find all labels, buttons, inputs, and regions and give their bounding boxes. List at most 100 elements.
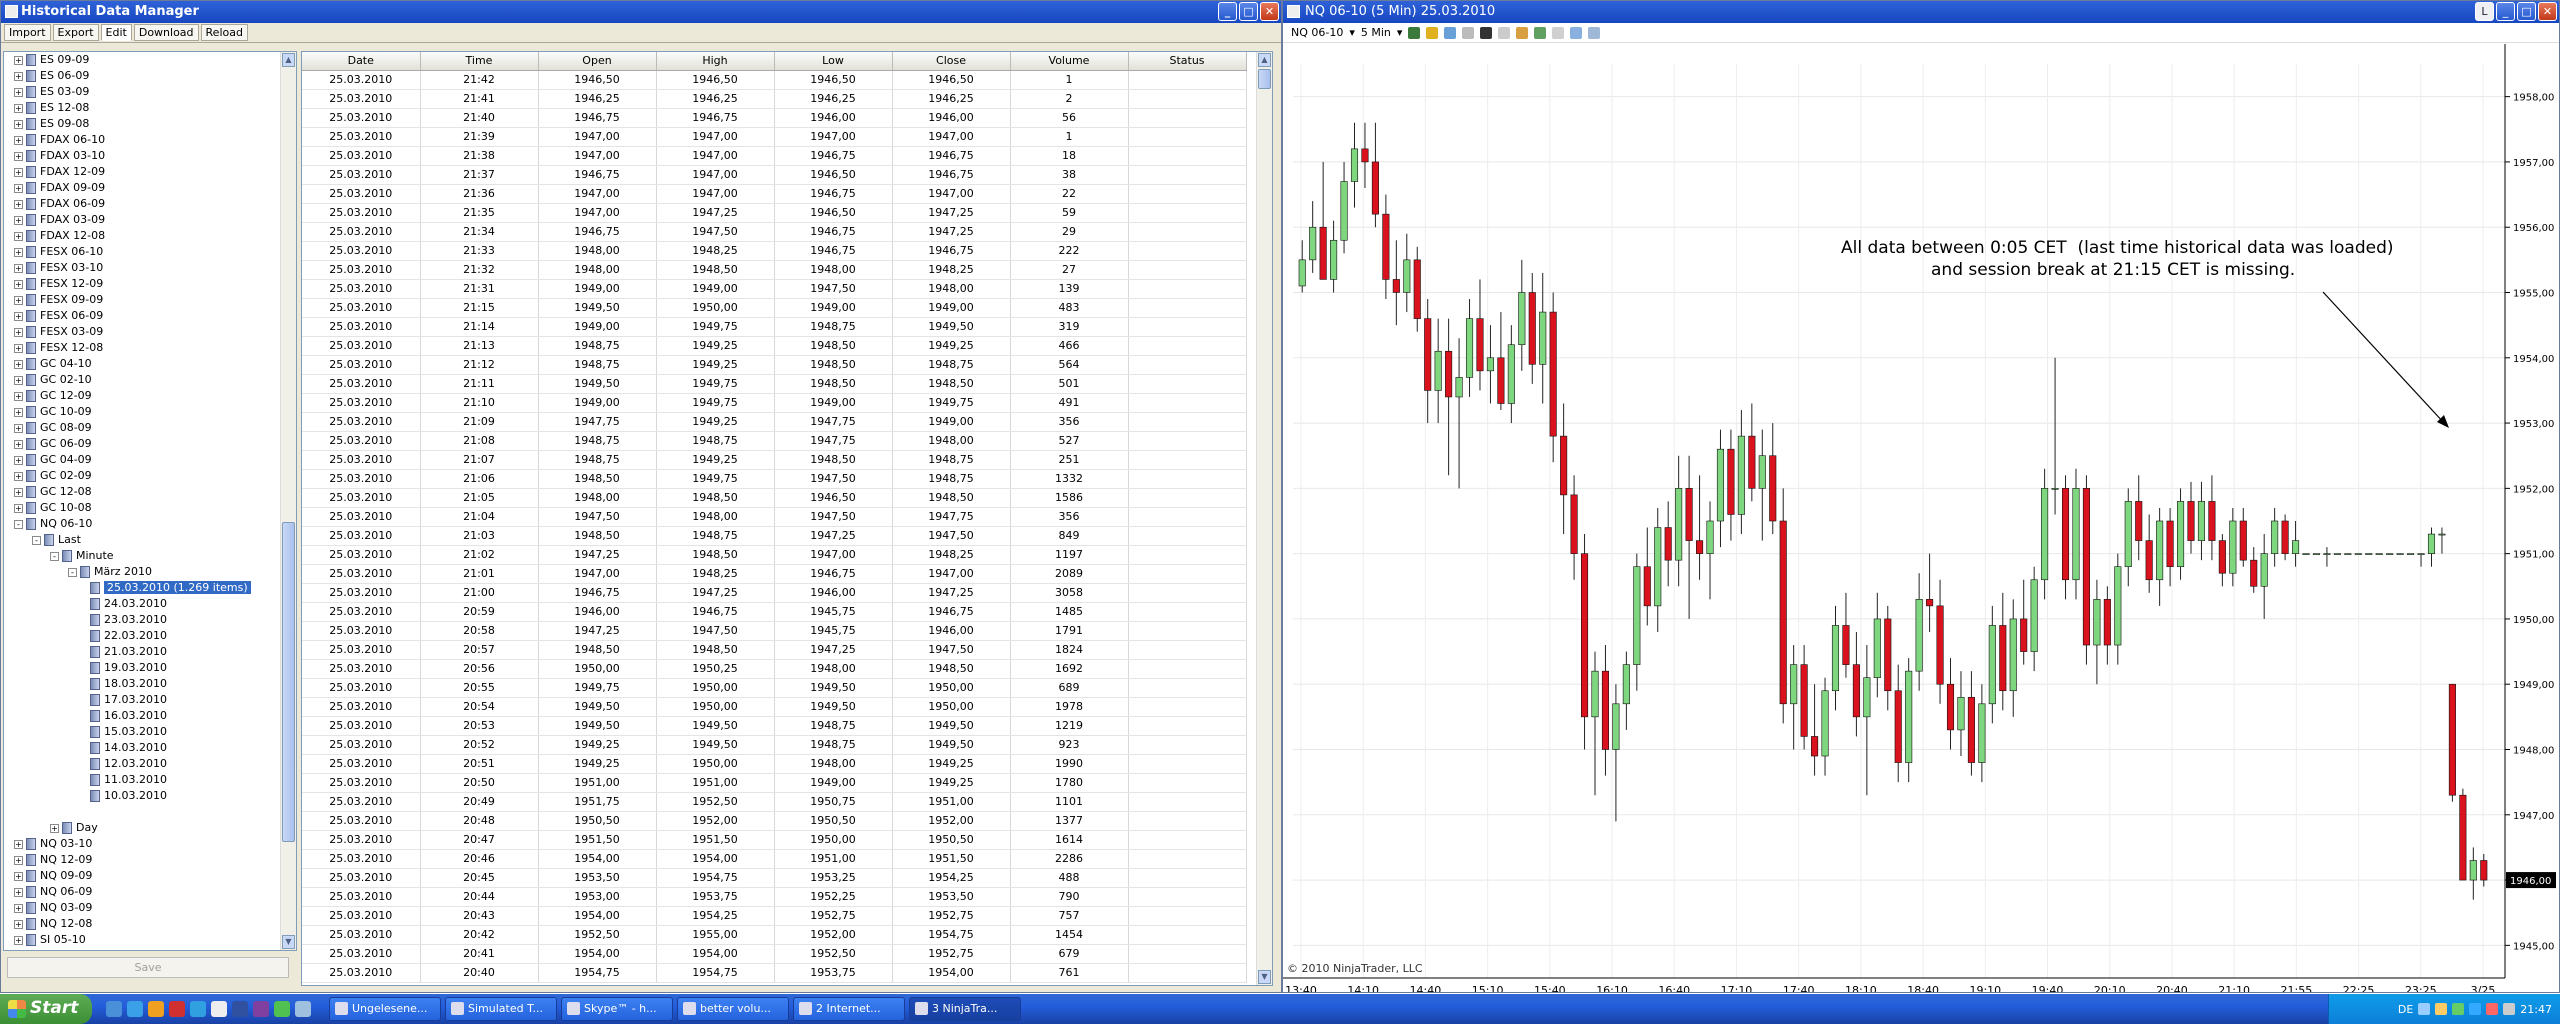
table-cell[interactable]: 1947,00 [774,545,893,565]
table-cell[interactable]: 38 [1010,165,1129,185]
table-cell[interactable]: 1947,50 [656,222,775,242]
tree-node[interactable]: - Minute [50,548,114,564]
table-cell[interactable] [1128,450,1247,470]
tree-node[interactable]: 23.03.2010 [86,612,167,628]
table-cell[interactable]: 1945,75 [774,602,893,622]
table-cell[interactable]: 1947,00 [538,146,657,166]
table-cell[interactable]: 1954,75 [656,963,775,983]
menu-edit[interactable]: Edit [100,24,132,41]
table-cell[interactable]: 25.03.2010 [302,621,421,641]
tree-node[interactable]: + GC 02-10 [14,372,92,388]
table-cell[interactable]: 1954,00 [538,944,657,964]
table-cell[interactable]: 25.03.2010 [302,355,421,375]
table-cell[interactable]: 1692 [1010,659,1129,679]
tree-node[interactable]: + GC 04-09 [14,452,92,468]
table-cell[interactable]: 1950,00 [774,830,893,850]
expand-icon[interactable]: + [14,903,23,913]
tree-node[interactable]: + FESX 03-10 [14,260,103,276]
table-cell[interactable]: 25.03.2010 [302,735,421,755]
tree-node[interactable]: + GC 04-10 [14,356,92,372]
table-row[interactable]: 25.03.2010 20:54 1949,50 1950,00 1949,50 1950… [302,697,1247,717]
table-cell[interactable]: 1946,75 [538,222,657,242]
tree-scrollbar[interactable]: ▲ ▼ [280,52,296,950]
table-cell[interactable]: 1950,00 [892,697,1011,717]
table-cell[interactable]: 1949,25 [656,412,775,432]
table-cell[interactable]: 849 [1010,526,1129,546]
quicklaunch-ie-icon[interactable] [127,1001,143,1017]
tree-node[interactable]: + FESX 06-10 [14,244,103,260]
table-cell[interactable]: 1946,75 [774,184,893,204]
table-cell[interactable]: 1952,00 [774,925,893,945]
table-cell[interactable]: 1946,50 [656,70,775,90]
table-cell[interactable]: 1949,00 [656,279,775,299]
table-cell[interactable]: 25.03.2010 [302,754,421,774]
table-cell[interactable]: 1954,00 [892,963,1011,983]
table-cell[interactable]: 2286 [1010,849,1129,869]
tree-node[interactable]: 22.03.2010 [86,628,167,644]
instrument-tree[interactable]: ▲ ▼ + ES 09-09 + ES 06-09 + ES 03-09 + ES 12-08… [3,51,297,951]
expand-icon[interactable]: + [14,343,23,353]
table-cell[interactable]: 20:43 [420,906,539,926]
table-cell[interactable]: 25.03.2010 [302,431,421,451]
table-cell[interactable]: 1586 [1010,488,1129,508]
expand-icon[interactable]: + [14,167,23,177]
tree-node[interactable]: + Day [50,820,98,836]
expand-icon[interactable]: + [14,199,23,209]
tree-node[interactable]: + GC 12-09 [14,388,92,404]
tree-node[interactable]: 14.03.2010 [86,740,167,756]
table-cell[interactable]: 21:32 [420,260,539,280]
table-cell[interactable]: 25.03.2010 [302,374,421,394]
table-cell[interactable] [1128,317,1247,337]
table-cell[interactable]: 1990 [1010,754,1129,774]
table-cell[interactable]: 1824 [1010,640,1129,660]
table-cell[interactable]: 1951,00 [774,849,893,869]
table-cell[interactable]: 1949,50 [774,678,893,698]
minimize-button[interactable]: _ [1218,2,1237,21]
table-cell[interactable]: 1946,50 [774,488,893,508]
table-cell[interactable]: 1946,75 [538,165,657,185]
table-cell[interactable]: 1952,00 [892,811,1011,831]
grid-scrollbar[interactable]: ▲ ▼ [1256,52,1272,985]
table-cell[interactable]: 1946,75 [774,146,893,166]
table-cell[interactable]: 29 [1010,222,1129,242]
table-cell[interactable]: 1947,00 [538,564,657,584]
table-cell[interactable]: 25.03.2010 [302,298,421,318]
chart-style-icon[interactable] [1408,26,1421,39]
table-cell[interactable]: 1947,25 [538,621,657,641]
expand-icon[interactable]: + [14,247,23,257]
table-cell[interactable]: 25.03.2010 [302,564,421,584]
table-row[interactable]: 25.03.2010 21:05 1948,00 1948,50 1946,50 1948… [302,488,1247,508]
table-cell[interactable]: 1946,75 [892,241,1011,261]
table-cell[interactable] [1128,583,1247,603]
table-cell[interactable]: 25.03.2010 [302,830,421,850]
table-cell[interactable]: 1951,50 [892,849,1011,869]
table-cell[interactable]: 1948,25 [892,260,1011,280]
table-cell[interactable] [1128,887,1247,907]
table-cell[interactable]: 1946,75 [656,602,775,622]
task-firefox[interactable]: better volu... [677,997,789,1021]
table-cell[interactable]: 1947,50 [774,469,893,489]
table-cell[interactable]: 20:57 [420,640,539,660]
table-cell[interactable]: 1948,50 [774,336,893,356]
table-cell[interactable]: 1949,25 [892,336,1011,356]
table-cell[interactable]: 1949,50 [656,735,775,755]
table-row[interactable]: 25.03.2010 21:07 1948,75 1949,25 1948,50 1948… [302,450,1247,470]
table-row[interactable]: 25.03.2010 21:01 1947,00 1948,25 1946,75 1947… [302,564,1247,584]
table-cell[interactable] [1128,108,1247,128]
table-cell[interactable]: 25.03.2010 [302,241,421,261]
table-cell[interactable]: 20:50 [420,773,539,793]
table-cell[interactable] [1128,431,1247,451]
table-cell[interactable]: 761 [1010,963,1129,983]
table-cell[interactable]: 21:34 [420,222,539,242]
table-cell[interactable]: 356 [1010,507,1129,527]
quicklaunch-folder-icon[interactable] [295,1001,311,1017]
table-cell[interactable] [1128,621,1247,641]
table-cell[interactable] [1128,336,1247,356]
table-cell[interactable]: 20:59 [420,602,539,622]
table-row[interactable]: 25.03.2010 20:58 1947,25 1947,50 1945,75 1946… [302,621,1247,641]
table-cell[interactable]: 1947,00 [538,184,657,204]
table-cell[interactable]: 1953,75 [656,887,775,907]
tree-node[interactable]: 10.03.2010 [86,788,167,804]
task-mail[interactable]: Ungelesene... [329,997,441,1021]
table-cell[interactable]: 25.03.2010 [302,507,421,527]
